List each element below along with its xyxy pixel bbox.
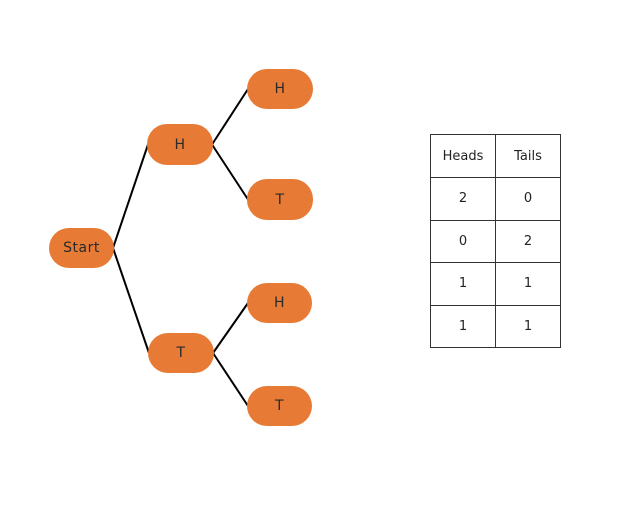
edge-t1-th: [212, 302, 249, 354]
node-label: H: [274, 81, 286, 97]
table-row: 1 1: [430, 262, 561, 306]
node-tails-heads: H: [247, 283, 312, 323]
node-heads-heads: H: [247, 69, 313, 109]
table-row: 1 1: [430, 304, 561, 348]
cell-tails: 2: [495, 219, 561, 263]
edge-start-h1: [112, 144, 149, 249]
header-tails: Tails: [495, 134, 561, 178]
node-label: H: [273, 295, 286, 311]
node-label: T: [176, 345, 186, 361]
cell-heads: 1: [430, 304, 496, 348]
node-tails-tails: T: [247, 386, 312, 426]
table-header-row: Heads Tails: [430, 134, 561, 178]
cell-heads: 0: [430, 219, 496, 263]
edge-t1-tt: [212, 352, 249, 407]
node-label: Start: [63, 240, 100, 256]
node-first-heads: H: [147, 124, 213, 165]
cell-tails: 0: [495, 177, 561, 221]
node-label: T: [274, 398, 285, 414]
outcomes-table: Heads Tails 2 0 0 2 1 1 1 1: [430, 134, 561, 348]
edge-h1-hh: [211, 88, 249, 146]
table-row: 0 2: [430, 219, 561, 263]
cell-tails: 1: [495, 304, 561, 348]
cell-heads: 1: [430, 262, 496, 306]
node-first-tails: T: [148, 333, 214, 373]
node-label: H: [174, 136, 186, 153]
edge-start-t1: [112, 247, 150, 354]
node-start: Start: [49, 228, 114, 268]
header-heads: Heads: [430, 134, 496, 178]
node-heads-tails: T: [247, 179, 313, 220]
edge-h1-ht: [211, 143, 249, 201]
cell-heads: 2: [430, 177, 496, 221]
cell-tails: 1: [495, 262, 561, 306]
table-row: 2 0: [430, 177, 561, 221]
node-label: T: [275, 191, 285, 208]
